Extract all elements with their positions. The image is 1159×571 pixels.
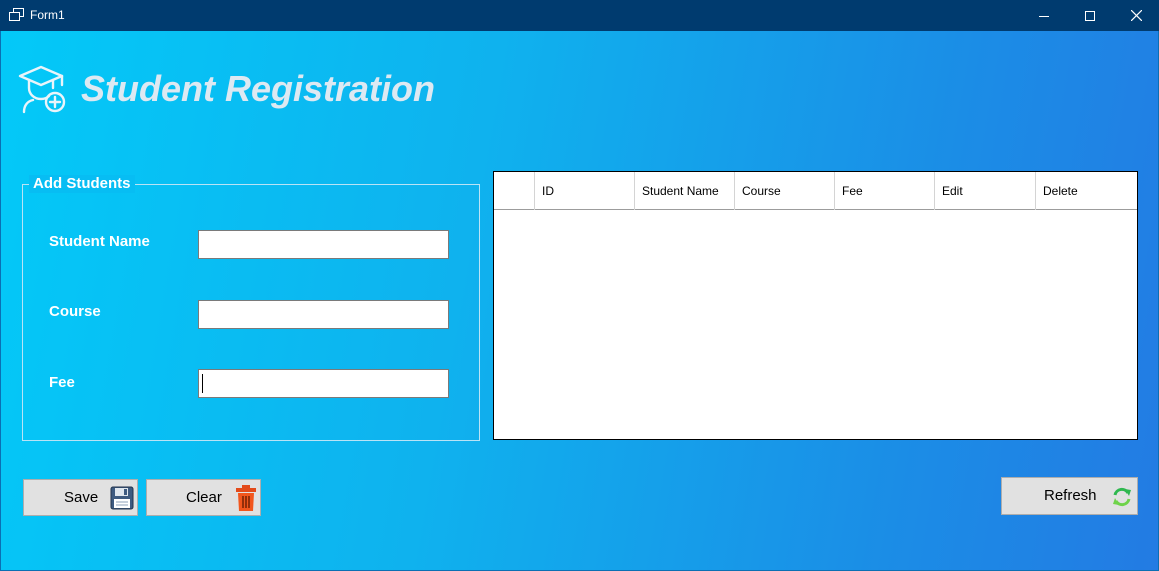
column-header-student-name[interactable]: Student Name: [635, 172, 735, 210]
column-header-delete[interactable]: Delete: [1036, 172, 1136, 210]
groupbox-legend: Add Students: [29, 175, 135, 193]
column-header-fee[interactable]: Fee: [835, 172, 935, 210]
row-header-cell[interactable]: [494, 172, 535, 210]
trash-icon: [236, 485, 256, 511]
graduate-add-icon: [18, 65, 66, 114]
minimize-icon: [1039, 15, 1049, 17]
refresh-button[interactable]: Refresh: [1001, 477, 1138, 515]
student-name-label: Student Name: [49, 233, 150, 250]
form-client-area: Student Registration Add Students Studen…: [0, 31, 1159, 571]
title-bar: Form1: [0, 0, 1159, 31]
refresh-icon: [1113, 487, 1131, 507]
course-input[interactable]: [198, 300, 449, 329]
fee-input[interactable]: [198, 369, 449, 398]
clear-button-label: Clear: [186, 488, 222, 506]
minimize-button[interactable]: [1021, 0, 1067, 31]
floppy-disk-icon: [110, 486, 134, 510]
fee-label: Fee: [49, 374, 75, 391]
window-icon: [9, 8, 24, 21]
page-title: Student Registration: [81, 68, 436, 109]
students-data-grid[interactable]: ID Student Name Course Fee Edit Delete: [493, 171, 1138, 440]
column-header-course[interactable]: Course: [735, 172, 835, 210]
save-button[interactable]: Save: [23, 479, 138, 516]
maximize-icon: [1085, 10, 1095, 21]
close-icon: [1130, 10, 1142, 21]
save-button-label: Save: [64, 488, 99, 506]
clear-button[interactable]: Clear: [146, 479, 261, 516]
close-button[interactable]: [1113, 0, 1159, 31]
grid-header-row: ID Student Name Course Fee Edit Delete: [494, 172, 1137, 210]
maximize-button[interactable]: [1067, 0, 1113, 31]
student-name-input[interactable]: [198, 230, 449, 259]
column-header-id[interactable]: ID: [535, 172, 635, 210]
text-caret: [202, 374, 203, 393]
column-header-edit[interactable]: Edit: [935, 172, 1036, 210]
window-title: Form1: [30, 8, 65, 22]
course-label: Course: [49, 303, 101, 320]
add-students-groupbox: Add Students Student Name Course Fee: [22, 175, 480, 441]
refresh-button-label: Refresh: [1044, 487, 1097, 504]
